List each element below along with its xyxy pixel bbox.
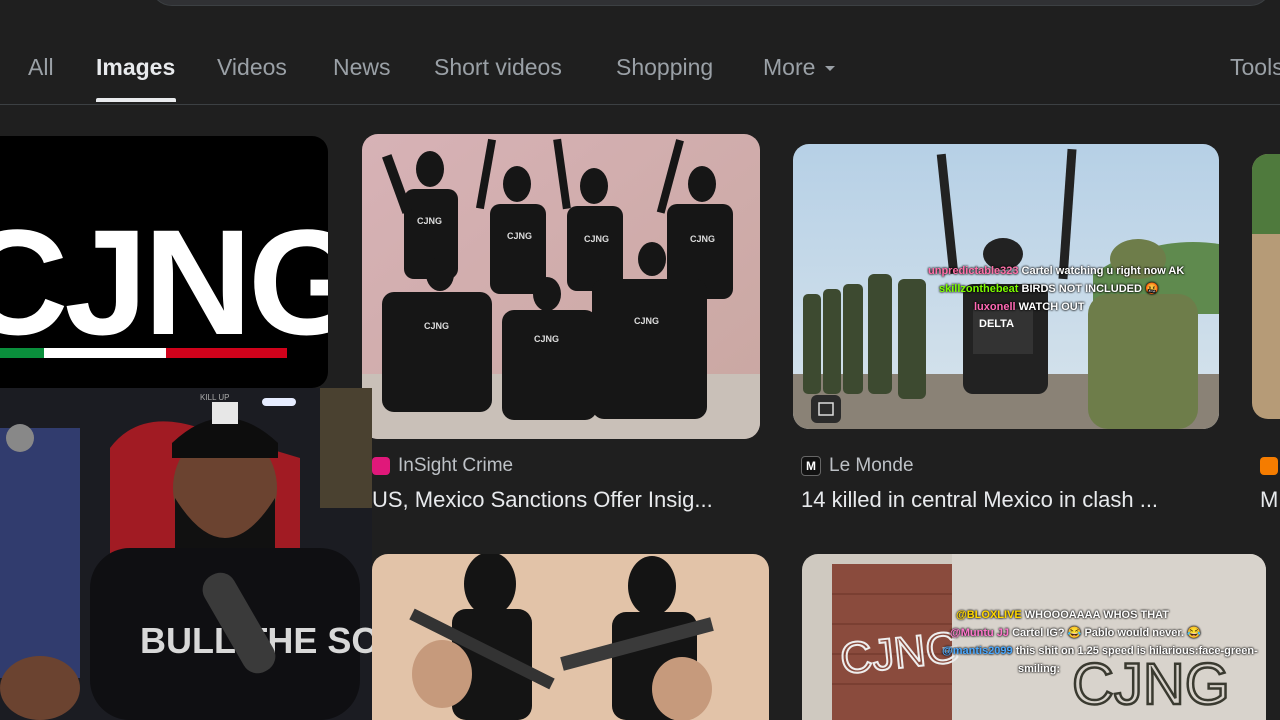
- chat-message: this shit on 1.25 speed is hilarious:fac…: [1015, 645, 1258, 657]
- cjng-logo-thumbnail[interactable]: CJNG: [0, 136, 328, 388]
- tab-shopping[interactable]: Shopping: [616, 54, 713, 81]
- source-name: Le Monde: [829, 455, 914, 476]
- chat-user: unpredictable323: [928, 265, 1019, 277]
- svg-text:CJNG: CJNG: [690, 234, 715, 244]
- chat-user: @mantis2099: [942, 645, 1013, 657]
- image-result-card-1[interactable]: CJNG CJNG CJNG CJNG CJNG CJNG CJNG InSig…: [362, 134, 760, 524]
- tab-more[interactable]: More: [763, 54, 836, 81]
- chat-overlay-top: unpredictable323 Cartel watching u right…: [928, 262, 1184, 316]
- svg-text:CJNG: CJNG: [584, 234, 609, 244]
- chat-message: Cartel watching u right now AK: [1021, 265, 1185, 277]
- flag-stripe-green: [0, 348, 44, 358]
- armed-group-photo: CJNG CJNG CJNG CJNG CJNG CJNG CJNG: [362, 134, 760, 439]
- result-title[interactable]: 14 killed in central Mexico in clash ...: [801, 487, 1219, 513]
- svg-text:DELTA: DELTA: [979, 318, 1014, 330]
- image-result-card-2[interactable]: DELTA unpredictable323 Cartel watching u…: [793, 144, 1219, 524]
- search-tabs: All Images Videos News Short videos Shop…: [0, 40, 1280, 104]
- image-result-card-4[interactable]: [372, 554, 769, 720]
- flag-stripe-white: [44, 348, 166, 358]
- chat-message: BIRDS NOT INCLUDED 🤬: [1021, 283, 1159, 295]
- tab-images[interactable]: Images: [96, 54, 175, 81]
- chat-user: luxonell: [974, 301, 1016, 313]
- chat-user: skillzonthebeat: [939, 283, 1019, 295]
- result-source[interactable]: M Le Monde: [801, 455, 914, 477]
- result-title[interactable]: M: [1260, 487, 1278, 513]
- chat-overlay-bottom: @BLOXLIVE WHOOOAAAA WHOS THAT @Muntu JJ …: [942, 606, 1258, 678]
- image-result-card-5[interactable]: CJNG CJNG @BLOXLIVE WHOOOAAAA WHOS THAT …: [802, 554, 1266, 720]
- chat-message: WHOOOAAAA WHOS THAT: [1024, 609, 1169, 621]
- insight-crime-favicon: [372, 456, 390, 475]
- svg-text:CJNG: CJNG: [634, 316, 659, 326]
- image-thumbnail[interactable]: [1252, 154, 1280, 419]
- flag-stripe-red: [166, 348, 287, 358]
- image-result-card-3[interactable]: M: [1252, 154, 1280, 524]
- search-bar[interactable]: [150, 0, 1272, 6]
- image-thumbnail[interactable]: [372, 554, 769, 720]
- image-thumbnail[interactable]: CJNG CJNG CJNG CJNG CJNG CJNG CJNG: [362, 134, 760, 439]
- photo-foliage: [1252, 154, 1280, 234]
- logo-text: CJNG: [0, 198, 328, 366]
- result-source[interactable]: [1260, 455, 1280, 477]
- svg-text:CJNG: CJNG: [424, 321, 449, 331]
- source-favicon: [1260, 456, 1278, 475]
- tab-news[interactable]: News: [333, 54, 391, 81]
- le-monde-favicon: M: [801, 455, 821, 476]
- chevron-down-icon: [825, 66, 836, 72]
- tabs-divider: [0, 104, 1280, 105]
- tab-short-videos[interactable]: Short videos: [434, 54, 562, 81]
- streamer-webcam-overlay: KILL UP BULL THE SOUND: [0, 388, 372, 720]
- result-source[interactable]: InSight Crime: [372, 455, 513, 477]
- tools-button[interactable]: Tools: [1230, 54, 1280, 81]
- chat-user: @Muntu JJ: [950, 627, 1010, 639]
- chat-message: WATCH OUT: [1018, 301, 1085, 313]
- source-name: InSight Crime: [398, 455, 514, 476]
- svg-text:KILL UP: KILL UP: [200, 393, 230, 402]
- chat-message: smiling:: [1018, 663, 1061, 675]
- tab-more-label: More: [763, 54, 816, 80]
- svg-text:CJNG: CJNG: [534, 334, 559, 344]
- result-title[interactable]: US, Mexico Sanctions Offer Insig...: [372, 487, 760, 513]
- active-tab-indicator: [96, 98, 176, 102]
- masked-men-photo: [372, 554, 769, 720]
- streamer-video: KILL UP BULL THE SOUND: [0, 388, 372, 720]
- svg-text:CJNG: CJNG: [417, 216, 442, 226]
- tab-videos[interactable]: Videos: [217, 54, 287, 81]
- chat-user: @BLOXLIVE: [956, 609, 1022, 621]
- tab-all[interactable]: All: [28, 54, 54, 81]
- svg-text:CJNG: CJNG: [507, 231, 532, 241]
- chat-message: Cartel IG? 😂 Pablo would never. 😂: [1012, 627, 1201, 639]
